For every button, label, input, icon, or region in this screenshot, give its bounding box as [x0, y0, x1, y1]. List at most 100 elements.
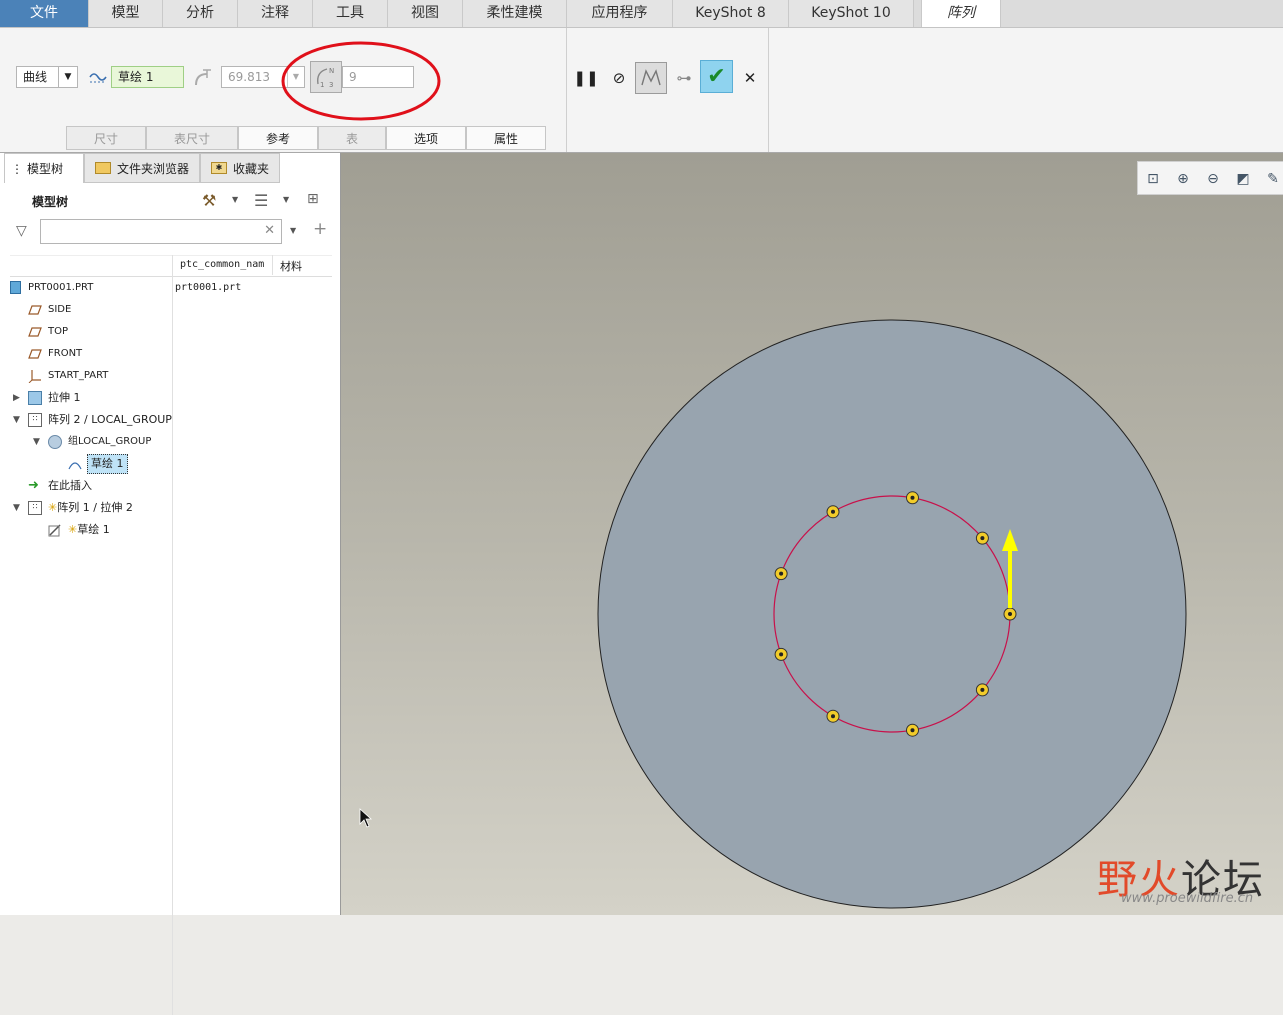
sketch-pencil-icon	[48, 523, 62, 537]
tab-applications[interactable]: 应用程序	[567, 0, 673, 27]
tree-row-pattern-2[interactable]: ▼ ∷ 阵列 2 / LOCAL_GROUP	[0, 410, 172, 430]
clear-search-icon[interactable]: ✕	[264, 221, 275, 241]
tree-row-sketch-1-selected[interactable]: 草绘 1	[0, 454, 172, 474]
tab-keyshot-10[interactable]: KeyShot 10	[789, 0, 914, 27]
pattern-member-dot	[779, 652, 784, 657]
chevron-down-icon[interactable]: ▼	[283, 195, 289, 204]
group-icon	[48, 435, 62, 449]
panel-tab-label: 收藏夹	[233, 162, 270, 176]
collapse-arrow-icon[interactable]: ▼	[33, 432, 40, 452]
annotation-highlight-circle	[281, 41, 441, 121]
part-icon	[10, 281, 21, 294]
tree-row-top[interactable]: TOP	[0, 322, 172, 342]
tree-icon: ⋮	[11, 162, 23, 176]
subtab-options[interactable]: 选项	[386, 126, 466, 150]
tab-annotate[interactable]: 注释	[238, 0, 313, 27]
folder-icon	[95, 162, 111, 174]
tab-file[interactable]: 文件	[0, 0, 89, 27]
show-settings-icon[interactable]: ☰	[254, 191, 268, 210]
subtab-dimensions[interactable]: 尺寸	[66, 126, 146, 150]
tab-pattern[interactable]: 阵列	[921, 0, 1001, 27]
watermark-url: www.proewildfire.cn	[1121, 891, 1254, 906]
tree-row-label: 组LOCAL_GROUP	[68, 436, 152, 447]
tree-row-label: ✳草绘 1	[68, 520, 110, 540]
preview-pattern-icon[interactable]	[635, 62, 667, 94]
panel-tab-model-tree[interactable]: ⋮ 模型树	[4, 153, 84, 183]
panel-tab-favorites[interactable]: ✱ 收藏夹	[200, 153, 280, 183]
spacing-icon[interactable]	[193, 68, 215, 88]
tree-row-label: 拉伸 1	[48, 391, 81, 404]
ribbon-separator	[768, 28, 769, 152]
chevron-down-icon[interactable]: ▼	[58, 67, 77, 87]
pattern-member-dot	[980, 536, 985, 541]
tree-row-label: 草绘 1	[87, 454, 128, 474]
graphics-viewport[interactable]: ⊡ ⊕ ⊖ ◩ ✎ 野火论坛 www.proewildfire.cn	[341, 153, 1283, 915]
subtab-table[interactable]: 表	[318, 126, 386, 150]
pattern-type-value: 曲线	[23, 70, 48, 84]
tree-row-label-text: 阵列 1 / 拉伸 2	[57, 501, 133, 514]
tab-flexible-modeling[interactable]: 柔性建模	[463, 0, 567, 27]
column-settings-icon[interactable]: ⊞	[307, 191, 319, 207]
pattern-type-select[interactable]: 曲线 ▼	[16, 66, 78, 88]
tree-row-insert-here[interactable]: ➜ 在此插入	[0, 476, 172, 496]
chevron-down-icon[interactable]: ▼	[290, 226, 296, 235]
column-divider	[272, 255, 273, 275]
ribbon-separator	[566, 28, 567, 152]
tree-row-pattern-1[interactable]: ▼ ∷ ✳阵列 1 / 拉伸 2	[0, 498, 172, 518]
tree-row-label: TOP	[48, 326, 69, 337]
pattern-member-dot	[1008, 612, 1012, 616]
column-material[interactable]: 材料	[280, 258, 302, 274]
tree-row-label: 在此插入	[48, 479, 92, 492]
tab-view[interactable]: 视图	[388, 0, 463, 27]
pause-icon[interactable]: ❚❚	[572, 64, 600, 92]
cancel-close-icon[interactable]: ✕	[736, 64, 764, 92]
collapse-arrow-icon[interactable]: ▼	[13, 498, 20, 518]
pattern-member-dot	[831, 509, 835, 514]
tree-row-start-part[interactable]: START_PART	[0, 366, 172, 386]
tree-row-local-group[interactable]: ▼ 组LOCAL_GROUP	[0, 432, 172, 452]
tree-row-side[interactable]: SIDE	[0, 300, 172, 320]
panel-tab-folder-browser[interactable]: 文件夹浏览器	[84, 153, 200, 183]
insert-here-arrow-icon: ➜	[28, 478, 39, 493]
collapse-arrow-icon[interactable]: ▼	[13, 410, 20, 430]
disk-body[interactable]	[597, 319, 1187, 909]
subtab-properties[interactable]: 属性	[466, 126, 546, 150]
add-filter-icon[interactable]: +	[313, 219, 327, 239]
tree-row-label: 阵列 2 / LOCAL_GROUP	[48, 413, 172, 426]
tree-row-sketch-1[interactable]: ✳草绘 1	[0, 520, 172, 540]
model-tree-title: 模型树	[32, 195, 69, 209]
glasses-verify-icon[interactable]: ⊶	[670, 64, 698, 92]
datum-plane-icon	[28, 325, 42, 339]
tree-row-common-name: prt0001.prt	[175, 282, 242, 293]
tab-model[interactable]: 模型	[89, 0, 163, 27]
column-divider	[172, 255, 173, 1015]
expand-arrow-icon[interactable]: ▶	[13, 388, 20, 408]
chevron-down-icon[interactable]: ▼	[232, 195, 238, 204]
subtab-table-dimensions[interactable]: 表尺寸	[146, 126, 238, 150]
pattern-member-dot	[910, 495, 915, 500]
tab-keyshot-8[interactable]: KeyShot 8	[673, 0, 789, 27]
tree-row-extrude-1[interactable]: ▶ 拉伸 1	[0, 388, 172, 408]
tree-search-input[interactable]: ✕	[40, 219, 282, 244]
tree-row-label: PRT0001.PRT	[28, 282, 94, 293]
tree-row-label-text: 草绘 1	[77, 523, 110, 536]
column-ptc-common-name[interactable]: ptc_common_nam	[180, 259, 264, 270]
tools-hammer-icon[interactable]: ⚒	[202, 191, 216, 210]
tab-analysis[interactable]: 分析	[163, 0, 238, 27]
new-item-marker-icon: ✳	[48, 501, 58, 514]
tree-row-label: SIDE	[48, 304, 72, 315]
pattern-member-dot	[831, 714, 835, 719]
datum-plane-icon	[28, 347, 42, 361]
tab-tools[interactable]: 工具	[313, 0, 388, 27]
sketch-icon	[68, 457, 82, 471]
pattern-member-dot	[980, 687, 985, 692]
no-preview-icon[interactable]: ⊘	[605, 64, 633, 92]
model-tree-panel: ⋮ 模型树 文件夹浏览器 ✱ 收藏夹 模型树 ⚒ ▼ ☰ ▼ ⊞ ▽ ✕ ▼ +…	[0, 153, 341, 1015]
tree-row-part[interactable]: PRT0001.PRT prt0001.prt	[0, 278, 340, 298]
filter-icon[interactable]: ▽	[16, 223, 27, 239]
subtab-references[interactable]: 参考	[238, 126, 318, 150]
new-item-marker-icon: ✳	[68, 523, 78, 536]
tree-row-front[interactable]: FRONT	[0, 344, 172, 364]
confirm-checkmark-icon[interactable]: ✔	[700, 60, 733, 93]
sketch-reference-collector[interactable]: 草绘 1	[111, 66, 184, 88]
